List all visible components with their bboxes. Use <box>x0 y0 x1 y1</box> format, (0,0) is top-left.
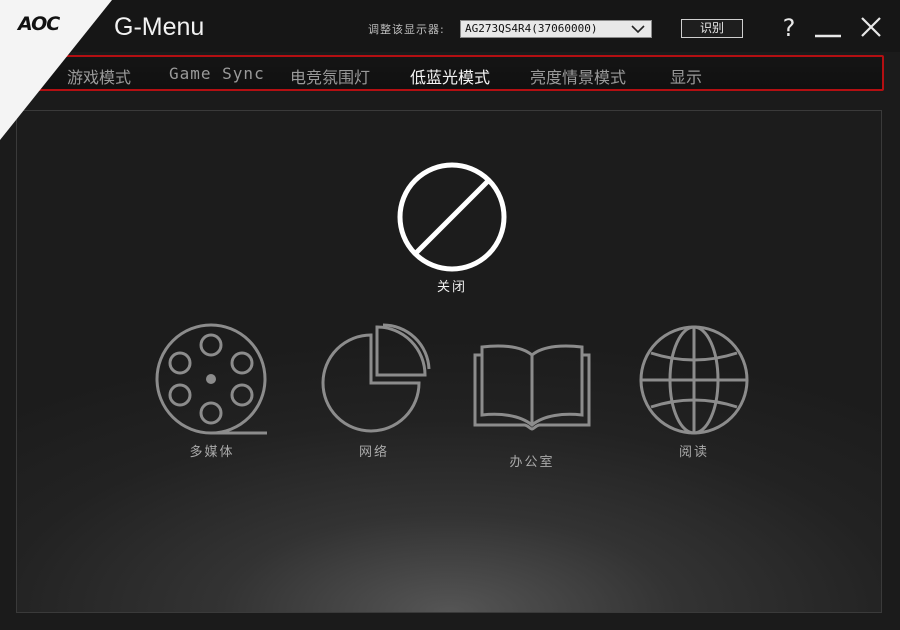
close-button[interactable] <box>858 14 888 42</box>
mode-off[interactable]: 关闭 <box>392 161 512 295</box>
minimize-icon <box>815 34 841 38</box>
monitor-select[interactable]: AG273QS4R4(37060000) <box>460 20 652 38</box>
tab-game-mode[interactable]: 游戏模式 <box>67 64 131 88</box>
gmenu-window: AOC G-Menu 调整该显示器: AG273QS4R4(37060000) … <box>0 0 900 630</box>
identify-button[interactable]: 识别 <box>681 19 743 38</box>
tab-display[interactable]: 显示 <box>670 64 702 88</box>
low-blue-light-panel: 关闭 多媒体 网络 办公室 阅读 <box>16 110 882 613</box>
mode-multimedia[interactable]: 多媒体 <box>147 323 277 460</box>
tab-brightness-scenario[interactable]: 亮度情景模式 <box>530 64 626 88</box>
minimize-button[interactable] <box>812 14 842 42</box>
mode-internet[interactable]: 网络 <box>309 323 439 460</box>
app-title: G-Menu <box>114 13 205 41</box>
mode-reading-label: 阅读 <box>678 445 709 460</box>
film-reel-icon <box>155 323 267 435</box>
mode-office-label: 办公室 <box>509 455 555 470</box>
close-icon <box>861 17 881 37</box>
aoc-logo: AOC <box>18 13 60 35</box>
help-button[interactable]: ? <box>774 14 804 42</box>
pie-chart-icon <box>321 323 431 433</box>
open-book-icon <box>473 344 591 431</box>
mode-office[interactable]: 办公室 <box>467 333 597 470</box>
globe-icon <box>639 325 749 435</box>
mode-internet-label: 网络 <box>358 445 389 460</box>
monitor-select-label: 调整该显示器: <box>368 23 445 36</box>
mode-off-label: 关闭 <box>436 280 467 295</box>
main-tab-bar: 游戏模式 Game Sync 电竞氛围灯 低蓝光模式 亮度情景模式 显示 <box>30 55 884 91</box>
tab-low-blue-light[interactable]: 低蓝光模式 <box>410 64 490 88</box>
tab-game-sync[interactable]: Game Sync <box>169 64 265 83</box>
mode-multimedia-label: 多媒体 <box>189 445 235 460</box>
chevron-down-icon <box>631 25 645 34</box>
prohibited-circle-icon <box>397 162 507 272</box>
tab-esports-lighting[interactable]: 电竞氛围灯 <box>290 64 370 88</box>
mode-reading[interactable]: 阅读 <box>629 323 759 460</box>
monitor-select-value: AG273QS4R4(37060000) <box>465 22 598 35</box>
